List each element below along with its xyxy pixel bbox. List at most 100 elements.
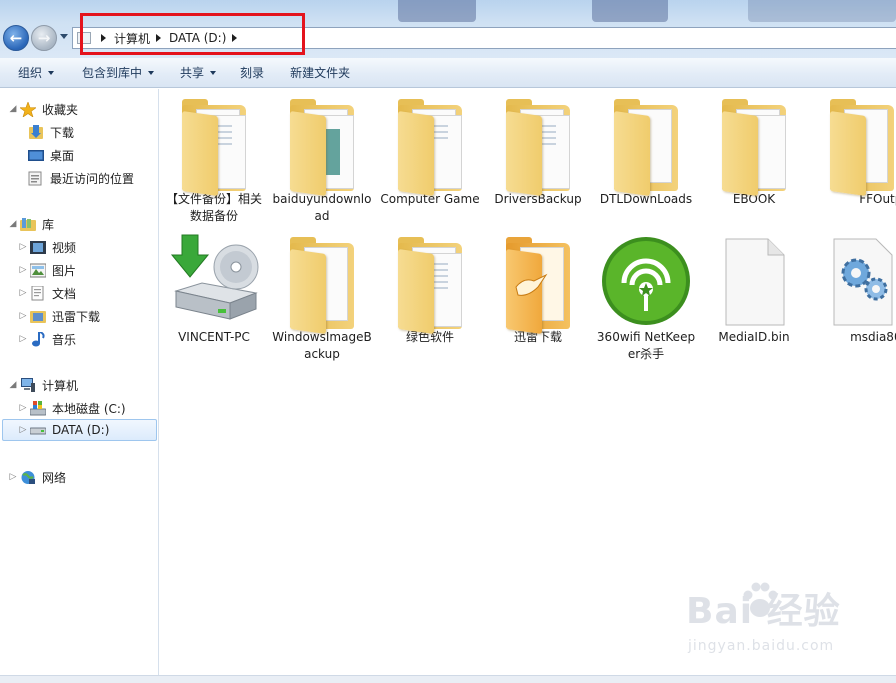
expand-triangle-icon[interactable]: ▷ bbox=[18, 403, 28, 413]
nav-item-pictures[interactable]: ▷ 图片 bbox=[18, 259, 76, 281]
back-button[interactable]: ← bbox=[3, 25, 29, 51]
status-bar-edge bbox=[0, 675, 896, 683]
arrow-left-icon: ← bbox=[9, 29, 23, 47]
file-item-file[interactable]: msdia80.c bbox=[808, 233, 896, 346]
command-toolbar: 组织 包含到库中 共享 刻录 新建文件夹 bbox=[0, 58, 896, 88]
organize-button[interactable]: 组织 bbox=[8, 61, 64, 85]
navigation-pane: ◢ 收藏夹 下载 桌面 最近访问的位置 ◢ 库 ▷ 视频 ▷ 图片 ▷ 文档 ▷… bbox=[0, 89, 159, 675]
blank-file-icon bbox=[716, 233, 792, 329]
nav-item-desktop[interactable]: 桌面 bbox=[28, 144, 74, 166]
folder-icon bbox=[392, 95, 468, 197]
folder-icon bbox=[392, 233, 468, 335]
file-item-folder-app[interactable]: 迅雷下载 bbox=[484, 233, 592, 346]
nav-libraries[interactable]: ◢ 库 bbox=[8, 213, 54, 235]
file-item-folder[interactable]: EBOOK bbox=[700, 95, 808, 208]
xunlei-folder-icon bbox=[500, 233, 576, 335]
file-name: VINCENT-PC bbox=[178, 330, 250, 344]
breadcrumb-separator-icon[interactable] bbox=[156, 34, 162, 42]
file-item-folder[interactable]: WindowsImageBackup bbox=[268, 233, 376, 363]
system-drive-icon bbox=[29, 400, 47, 416]
nav-item-label: 下载 bbox=[50, 125, 75, 140]
expand-triangle-icon[interactable]: ▷ bbox=[18, 425, 28, 435]
organize-label: 组织 bbox=[18, 66, 43, 80]
window-titlebar: ← → 计算机 DATA (D:) bbox=[0, 0, 896, 58]
collapse-triangle-icon[interactable]: ◢ bbox=[8, 380, 18, 390]
file-item-drive-shortcut[interactable]: VINCENT-PC bbox=[160, 233, 268, 346]
file-item-folder[interactable]: 【文件备份】相关数据备份 bbox=[160, 95, 268, 225]
expand-triangle-icon[interactable]: ▷ bbox=[18, 311, 28, 321]
nav-item-recent-places[interactable]: 最近访问的位置 bbox=[28, 167, 134, 189]
file-item-folder[interactable]: DriversBackup bbox=[484, 95, 592, 208]
breadcrumb-computer[interactable]: 计算机 bbox=[114, 30, 150, 47]
file-item-folder[interactable]: 绿色软件 bbox=[376, 233, 484, 346]
file-item-folder[interactable]: DTLDownLoads bbox=[592, 95, 700, 208]
drive-with-disc-icon bbox=[170, 233, 259, 329]
folder-icon bbox=[284, 233, 360, 335]
file-name: 【文件备份】相关数据备份 bbox=[165, 192, 262, 223]
background-taskbar-tab bbox=[398, 0, 476, 22]
forward-button[interactable]: → bbox=[31, 25, 57, 51]
expand-triangle-icon[interactable]: ▷ bbox=[18, 334, 28, 344]
chevron-down-icon bbox=[148, 70, 155, 75]
file-item-app[interactable]: 360wifi NetKeeper杀手 bbox=[592, 233, 700, 363]
nav-computer-label: 计算机 bbox=[42, 378, 79, 393]
nav-item-downloads[interactable]: 下载 bbox=[28, 121, 74, 143]
folder-icon bbox=[500, 95, 576, 197]
nav-item-label: 桌面 bbox=[50, 148, 75, 163]
nav-item-data-drive-d[interactable]: ▷ DATA (D:) bbox=[2, 419, 157, 441]
breadcrumb-data-drive[interactable]: DATA (D:) bbox=[169, 31, 226, 45]
share-label: 共享 bbox=[180, 66, 205, 80]
breadcrumb-separator-icon[interactable] bbox=[101, 34, 106, 42]
include-in-library-label: 包含到库中 bbox=[82, 66, 143, 80]
file-name: 360wifi NetKeeper杀手 bbox=[596, 330, 696, 361]
arrow-right-icon: → bbox=[37, 29, 51, 47]
settings-file-icon bbox=[824, 233, 896, 329]
collapse-triangle-icon[interactable]: ◢ bbox=[8, 104, 18, 114]
file-name: WindowsImageBackup bbox=[272, 330, 372, 361]
documents-library-icon bbox=[30, 285, 47, 301]
include-in-library-button[interactable]: 包含到库中 bbox=[72, 61, 164, 85]
nav-item-label: 迅雷下载 bbox=[52, 309, 101, 324]
file-name: baiduyundownload bbox=[272, 192, 372, 223]
file-item-file[interactable]: MediaID.bin bbox=[700, 233, 808, 346]
expand-triangle-icon[interactable]: ▷ bbox=[8, 472, 18, 482]
folder-icon bbox=[176, 95, 252, 197]
address-bar[interactable]: 计算机 DATA (D:) bbox=[72, 27, 896, 49]
nav-favorites[interactable]: ◢ 收藏夹 bbox=[8, 98, 78, 120]
breadcrumb-separator-icon[interactable] bbox=[232, 34, 238, 42]
music-note-icon bbox=[30, 330, 47, 347]
star-icon bbox=[19, 100, 37, 118]
nav-item-xunlei-downloads[interactable]: ▷ 迅雷下载 bbox=[18, 305, 100, 327]
folder-icon bbox=[824, 95, 896, 197]
wifi-signal-app-icon bbox=[602, 233, 690, 329]
nav-libraries-label: 库 bbox=[42, 217, 55, 232]
share-button[interactable]: 共享 bbox=[170, 61, 226, 85]
file-name: MediaID.bin bbox=[718, 330, 790, 344]
file-item-folder[interactable]: FFOutpu bbox=[808, 95, 896, 208]
nav-item-videos[interactable]: ▷ 视频 bbox=[18, 236, 76, 258]
nav-network[interactable]: ▷ 网络 bbox=[8, 466, 66, 488]
nav-item-music[interactable]: ▷ 音乐 bbox=[18, 328, 76, 350]
burn-button[interactable]: 刻录 bbox=[230, 61, 274, 85]
nav-item-label: 视频 bbox=[52, 240, 77, 255]
file-item-folder[interactable]: baiduyundownload bbox=[268, 95, 376, 225]
nav-item-label: DATA (D:) bbox=[52, 423, 110, 437]
video-library-icon bbox=[30, 240, 47, 255]
file-item-folder[interactable]: Computer Game bbox=[376, 95, 484, 208]
nav-item-documents[interactable]: ▷ 文档 bbox=[18, 282, 76, 304]
collapse-triangle-icon[interactable]: ◢ bbox=[8, 219, 18, 229]
file-list-view: 【文件备份】相关数据备份 baiduyundownload Computer G… bbox=[160, 89, 896, 675]
nav-item-label: 文档 bbox=[52, 286, 77, 301]
new-folder-label: 新建文件夹 bbox=[290, 66, 351, 80]
recent-pages-dropdown[interactable] bbox=[60, 34, 68, 39]
nav-computer[interactable]: ◢ 计算机 bbox=[8, 374, 78, 396]
folder-icon bbox=[284, 95, 360, 197]
expand-triangle-icon[interactable]: ▷ bbox=[18, 265, 28, 275]
network-globe-icon bbox=[20, 470, 37, 485]
new-folder-button[interactable]: 新建文件夹 bbox=[280, 61, 360, 85]
expand-triangle-icon[interactable]: ▷ bbox=[18, 288, 28, 298]
library-icon bbox=[20, 217, 37, 232]
nav-item-local-disk-c[interactable]: ▷ 本地磁盘 (C:) bbox=[18, 397, 126, 419]
pictures-library-icon bbox=[29, 263, 47, 278]
expand-triangle-icon[interactable]: ▷ bbox=[18, 242, 28, 252]
